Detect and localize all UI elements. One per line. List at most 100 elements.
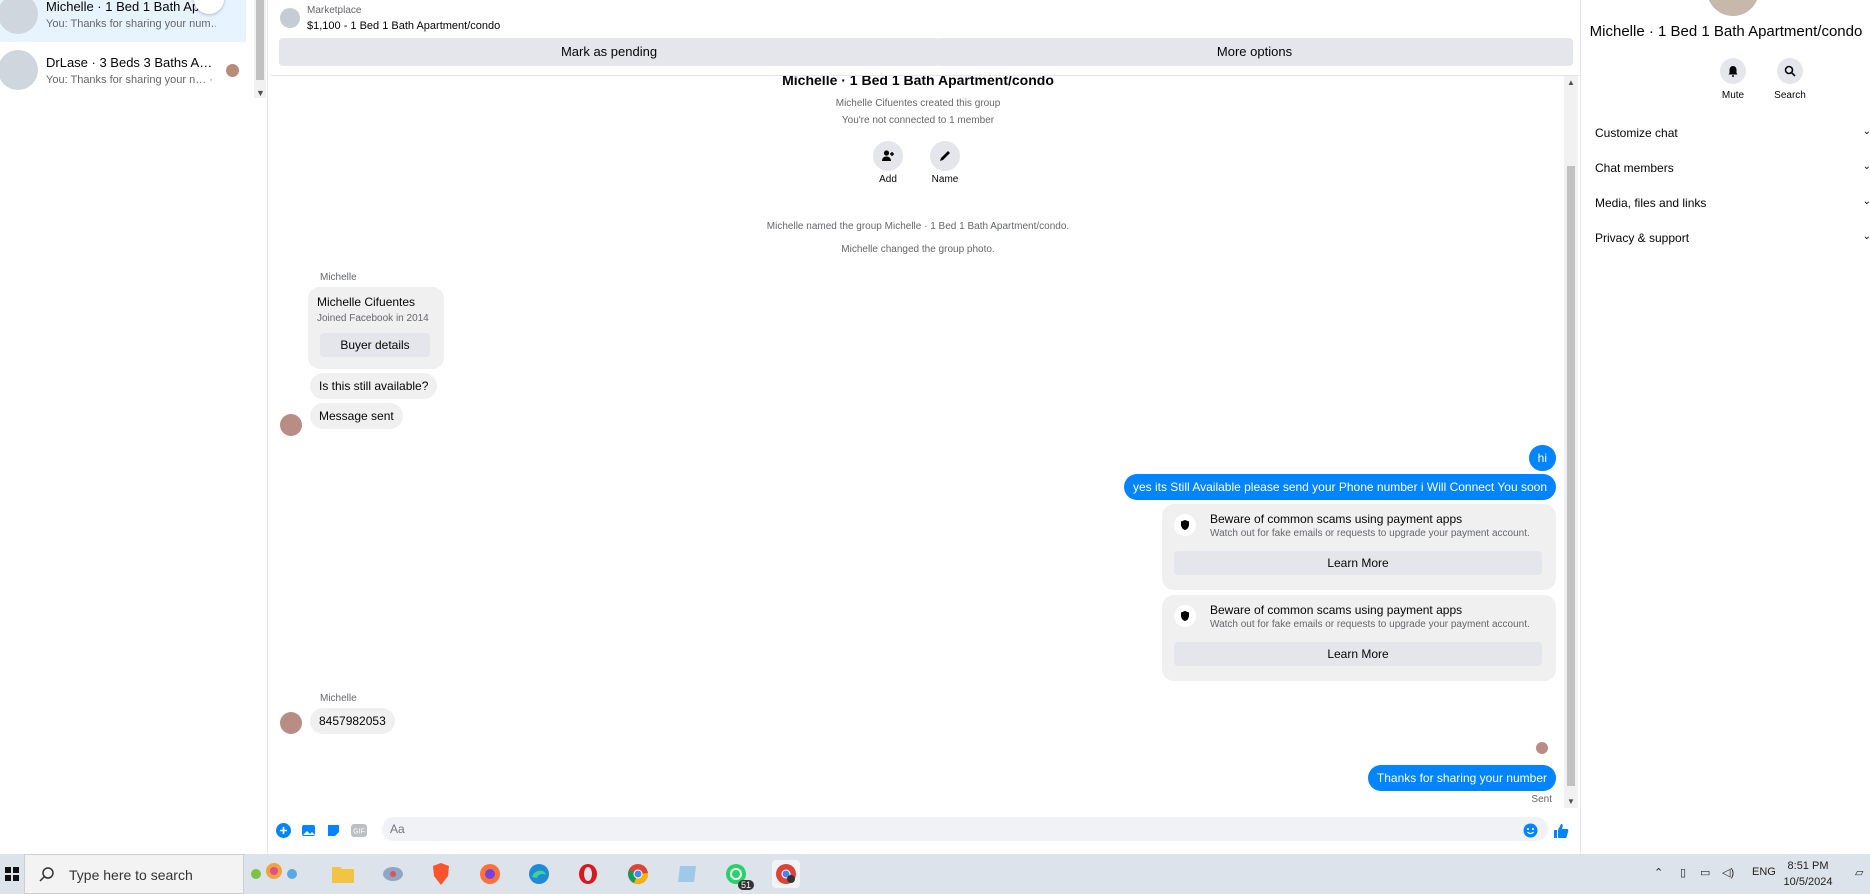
conversation-list: Michelle · 1 Bed 1 Bath Apar… You: Thank… — [0, 0, 268, 854]
not-connected-text: You're not connected to 1 member — [841, 115, 995, 126]
plus-icon[interactable] — [275, 822, 292, 839]
chevron-down-icon: ⌄ — [1862, 196, 1870, 207]
chevron-up-icon[interactable]: ⌃ — [1654, 866, 1663, 879]
search-icon — [39, 867, 54, 882]
scam-warning-title: Beware of common scams using payment app… — [1210, 603, 1463, 617]
conversation-title: DrLase · 3 Beds 3 Baths Apar… — [46, 54, 216, 70]
section-label: Chat members — [1595, 161, 1674, 175]
like-icon[interactable] — [1552, 822, 1569, 839]
scroll-down-icon[interactable]: ▼ — [256, 88, 265, 98]
network-icon[interactable]: ▭ — [1700, 866, 1710, 879]
scroll-up-icon[interactable]: ▲ — [1567, 78, 1575, 87]
mark-as-pending-button[interactable]: Mark as pending — [279, 38, 939, 66]
sticker-icon[interactable] — [325, 822, 342, 839]
listing-thumbnail[interactable] — [280, 8, 300, 28]
scrollbar-thumb[interactable] — [256, 0, 264, 80]
message-status: Sent — [1531, 794, 1552, 805]
message-bubble-outgoing[interactable]: hi — [1528, 445, 1556, 471]
avatar[interactable] — [280, 414, 302, 436]
gif-icon[interactable]: GIF — [350, 822, 367, 839]
message-input[interactable] — [382, 817, 1548, 841]
app-icon[interactable] — [379, 860, 407, 888]
conversation-item-michelle[interactable]: Michelle · 1 Bed 1 Bath Apar… You: Thank… — [0, 0, 246, 42]
conversation-title: Michelle · 1 Bed 1 Bath Apar… — [46, 0, 216, 14]
scam-warning-text: Watch out for fake emails or requests to… — [1210, 528, 1530, 539]
windows-start-button[interactable] — [0, 854, 24, 894]
language-indicator[interactable]: ENG — [1752, 866, 1776, 878]
add-label: Add — [879, 174, 897, 185]
section-label: Media, files and links — [1595, 196, 1707, 210]
chrome-icon[interactable] — [624, 860, 652, 888]
notification-icon[interactable]: ▱ — [1855, 866, 1863, 879]
firefox-icon[interactable] — [476, 860, 504, 888]
shield-icon — [1174, 514, 1196, 536]
chevron-down-icon: ⌄ — [1862, 126, 1870, 137]
media-files-section[interactable]: Media, files and links ⌄ — [1595, 196, 1870, 210]
mute-label: Mute — [1721, 90, 1745, 101]
scroll-down-icon[interactable]: ▼ — [1567, 797, 1575, 806]
weather-widget-icon[interactable] — [244, 860, 304, 888]
notes-app-icon[interactable] — [673, 860, 701, 888]
buyer-joined: Joined Facebook in 2014 — [317, 313, 429, 324]
photo-icon[interactable] — [300, 822, 317, 839]
brave-browser-icon[interactable] — [427, 860, 455, 888]
file-explorer-icon[interactable] — [329, 860, 357, 888]
name-group-button[interactable] — [930, 141, 960, 171]
message-bubble-outgoing[interactable]: yes its Still Available please send your… — [1123, 474, 1556, 500]
emoji-icon[interactable] — [1522, 822, 1539, 839]
notification-badge: 51 — [737, 880, 754, 890]
name-label: Name — [931, 174, 959, 185]
scam-warning-card: Beware of common scams using payment app… — [1162, 595, 1556, 681]
conversation-preview: You: Thanks for sharing your num…m — [46, 17, 216, 30]
mute-button[interactable]: Mute — [1703, 58, 1763, 101]
buyer-name: Michelle Cifuentes — [317, 295, 416, 309]
more-options-button[interactable]: More options — [936, 38, 1573, 66]
chat-members-section[interactable]: Chat members ⌄ — [1595, 161, 1870, 175]
add-member-button[interactable] — [873, 141, 903, 171]
opera-icon[interactable] — [574, 860, 602, 888]
add-person-icon — [882, 150, 894, 161]
message-bubble-outgoing[interactable]: Thanks for sharing your number — [1367, 765, 1556, 791]
group-avatar[interactable] — [1707, 0, 1759, 16]
bell-icon — [1720, 58, 1746, 84]
chat-scrollbar[interactable]: ▲ ▼ — [1564, 76, 1578, 808]
scam-warning-text: Watch out for fake emails or requests to… — [1210, 619, 1530, 630]
learn-more-button[interactable]: Learn More — [1174, 642, 1542, 666]
learn-more-button[interactable]: Learn More — [1174, 551, 1542, 575]
sender-name: Michelle — [320, 693, 357, 704]
device-icon[interactable]: ▯ — [1680, 866, 1686, 879]
clock-time: 8:51 PM — [1787, 860, 1829, 872]
section-label: Privacy & support — [1595, 231, 1690, 245]
pencil-icon — [940, 151, 950, 161]
taskbar-search-placeholder: Type here to search — [69, 867, 193, 883]
avatar[interactable] — [280, 712, 302, 734]
conversation-item-drlase[interactable]: DrLase · 3 Beds 3 Baths Apar… You: Thank… — [0, 42, 246, 98]
taskbar-search-box[interactable]: Type here to search — [24, 854, 244, 894]
privacy-support-section[interactable]: Privacy & support ⌄ — [1595, 231, 1870, 245]
scam-warning-title: Beware of common scams using payment app… — [1210, 512, 1463, 526]
chat-info-panel: Michelle · 1 Bed 1 Bath Apartment/condo … — [1580, 0, 1870, 854]
search-label: Search — [1774, 90, 1806, 101]
listing-thumbnail — [0, 50, 38, 90]
edge-icon[interactable] — [525, 860, 553, 888]
message-bubble-incoming[interactable]: Message sent — [310, 403, 403, 429]
sender-name: Michelle — [320, 272, 357, 283]
whatsapp-icon[interactable]: 51 — [722, 860, 754, 890]
message-bubble-incoming[interactable]: Is this still available? — [310, 373, 438, 399]
clock[interactable]: 8:51 PM 10/5/2024 — [1776, 858, 1840, 890]
scrollbar-thumb[interactable] — [1567, 166, 1575, 786]
system-message: Michelle named the group Michelle · 1 Be… — [766, 221, 1070, 232]
message-bubble-incoming[interactable]: 8457982053 — [310, 708, 395, 734]
group-created-text: Michelle Cifuentes created this group — [835, 98, 1001, 109]
listing-title[interactable]: $1,100 - 1 Bed 1 Bath Apartment/condo — [307, 20, 500, 32]
volume-icon[interactable]: ◁) — [1722, 866, 1734, 879]
composer: GIF — [270, 814, 1580, 848]
sidebar-scrollbar[interactable]: ▼ — [254, 0, 266, 98]
message-list: Michelle · 1 Bed 1 Bath Apartment/condo … — [270, 76, 1566, 810]
customize-chat-section[interactable]: Customize chat ⌄ — [1595, 126, 1870, 140]
search-button[interactable]: Search — [1760, 58, 1820, 101]
buyer-details-button[interactable]: Buyer details — [320, 333, 430, 357]
chrome-profile-icon[interactable] — [772, 860, 800, 888]
clock-date: 10/5/2024 — [1783, 876, 1833, 888]
conversation-preview: You: Thanks for sharing your n… · 6d — [46, 73, 216, 86]
